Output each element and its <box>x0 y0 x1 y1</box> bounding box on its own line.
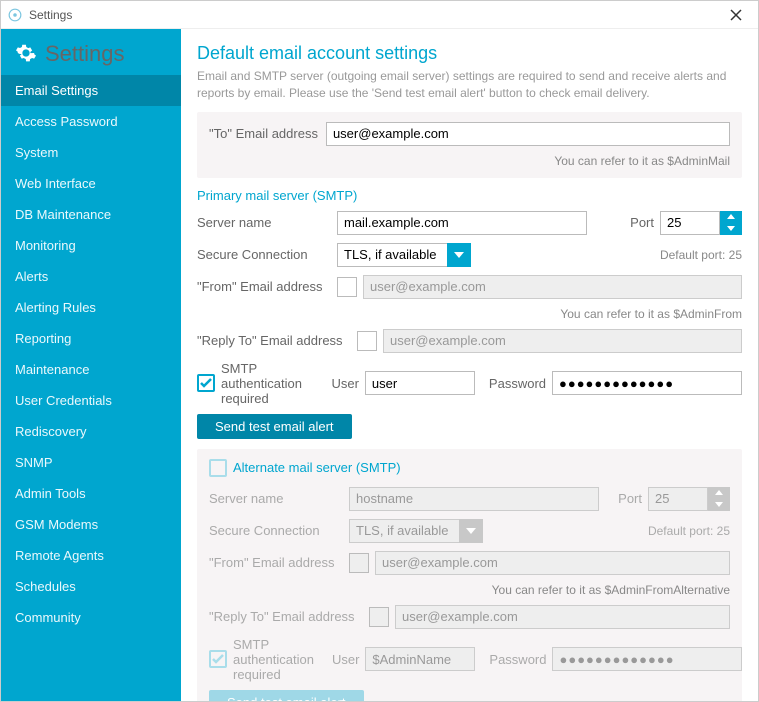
chevron-down-icon[interactable] <box>720 223 742 235</box>
to-email-panel: "To" Email address You can refer to it a… <box>197 112 742 178</box>
primary-secure-select[interactable] <box>337 243 471 267</box>
alternate-user-input <box>365 647 475 671</box>
alternate-user-label: User <box>332 652 359 667</box>
primary-default-port-hint: Default port: 25 <box>660 248 742 262</box>
sidebar-nav: Email Settings Access Password System We… <box>1 75 181 633</box>
page-title: Default email account settings <box>197 43 742 64</box>
alternate-port-spin-buttons <box>708 487 730 511</box>
alternate-server-input <box>349 487 599 511</box>
sidebar-title: Settings <box>45 41 125 67</box>
titlebar: Settings <box>1 1 758 29</box>
primary-secure-value[interactable] <box>337 243 447 267</box>
primary-from-checkbox[interactable] <box>337 277 357 297</box>
primary-port-spinner[interactable] <box>660 211 742 235</box>
sidebar-item-alerts[interactable]: Alerts <box>1 261 181 292</box>
sidebar-item-monitoring[interactable]: Monitoring <box>1 230 181 261</box>
alternate-reply-checkbox <box>369 607 389 627</box>
alternate-reply-label: "Reply To" Email address <box>209 609 369 624</box>
sidebar-item-schedules[interactable]: Schedules <box>1 571 181 602</box>
close-button[interactable] <box>720 1 752 29</box>
alternate-auth-checkbox <box>209 650 227 668</box>
chevron-down-icon <box>708 499 730 511</box>
alternate-default-port-hint: Default port: 25 <box>648 524 730 538</box>
primary-server-label: Server name <box>197 215 337 230</box>
chevron-up-icon[interactable] <box>720 211 742 223</box>
primary-reply-label: "Reply To" Email address <box>197 333 357 348</box>
to-email-label: "To" Email address <box>209 126 318 141</box>
primary-reply-input[interactable] <box>383 329 742 353</box>
alternate-pass-input <box>552 647 742 671</box>
alternate-secure-label: Secure Connection <box>209 523 349 538</box>
gear-icon <box>15 42 37 67</box>
sidebar-item-user-credentials[interactable]: User Credentials <box>1 385 181 416</box>
primary-pass-input[interactable] <box>552 371 742 395</box>
primary-from-label: "From" Email address <box>197 279 337 294</box>
sidebar-item-rediscovery[interactable]: Rediscovery <box>1 416 181 447</box>
primary-from-input[interactable] <box>363 275 742 299</box>
page-description: Email and SMTP server (outgoing email se… <box>197 68 742 102</box>
alternate-auth-label: SMTP authentication required <box>233 637 314 682</box>
settings-window: Settings Settings Email Settings Access … <box>0 0 759 702</box>
content-area: Default email account settings Email and… <box>181 29 758 701</box>
alternate-from-checkbox <box>349 553 369 573</box>
alternate-send-test-button: Send test email alert <box>209 690 364 701</box>
primary-port-label: Port <box>630 215 654 230</box>
primary-secure-label: Secure Connection <box>197 247 337 262</box>
chevron-down-icon <box>459 519 483 543</box>
primary-reply-checkbox[interactable] <box>357 331 377 351</box>
primary-from-hint: You can refer to it as $AdminFrom <box>197 307 742 321</box>
alternate-secure-value <box>349 519 459 543</box>
primary-section-title: Primary mail server (SMTP) <box>197 188 742 203</box>
alternate-from-hint: You can refer to it as $AdminFromAlterna… <box>209 583 730 597</box>
alternate-port-input <box>648 487 708 511</box>
alternate-smtp-section: Alternate mail server (SMTP) Server name… <box>197 449 742 701</box>
primary-port-spin-buttons[interactable] <box>720 211 742 235</box>
alternate-port-spinner <box>648 487 730 511</box>
primary-server-input[interactable] <box>337 211 587 235</box>
alternate-server-label: Server name <box>209 491 349 506</box>
alternate-from-input <box>375 551 730 575</box>
sidebar-item-maintenance[interactable]: Maintenance <box>1 354 181 385</box>
sidebar: Settings Email Settings Access Password … <box>1 29 181 701</box>
primary-port-input[interactable] <box>660 211 720 235</box>
alternate-section-title: Alternate mail server (SMTP) <box>233 460 401 475</box>
app-icon <box>7 7 23 23</box>
sidebar-item-web-interface[interactable]: Web Interface <box>1 168 181 199</box>
alternate-from-label: "From" Email address <box>209 555 349 570</box>
alternate-enable-checkbox[interactable] <box>209 459 227 477</box>
to-email-input[interactable] <box>326 122 730 146</box>
sidebar-item-alerting-rules[interactable]: Alerting Rules <box>1 292 181 323</box>
alternate-pass-label: Password <box>489 652 546 667</box>
alternate-reply-input <box>395 605 730 629</box>
primary-pass-label: Password <box>489 376 546 391</box>
chevron-up-icon <box>708 487 730 499</box>
sidebar-item-community[interactable]: Community <box>1 602 181 633</box>
primary-user-label: User <box>331 376 358 391</box>
primary-auth-label: SMTP authentication required <box>221 361 313 406</box>
sidebar-item-system[interactable]: System <box>1 137 181 168</box>
sidebar-item-admin-tools[interactable]: Admin Tools <box>1 478 181 509</box>
chevron-down-icon[interactable] <box>447 243 471 267</box>
sidebar-item-access-password[interactable]: Access Password <box>1 106 181 137</box>
sidebar-header: Settings <box>1 29 181 75</box>
alternate-port-label: Port <box>618 491 642 506</box>
primary-user-input[interactable] <box>365 371 475 395</box>
sidebar-item-db-maintenance[interactable]: DB Maintenance <box>1 199 181 230</box>
sidebar-item-email-settings[interactable]: Email Settings <box>1 75 181 106</box>
alternate-secure-select <box>349 519 483 543</box>
sidebar-item-snmp[interactable]: SNMP <box>1 447 181 478</box>
primary-auth-checkbox[interactable] <box>197 374 215 392</box>
sidebar-item-reporting[interactable]: Reporting <box>1 323 181 354</box>
sidebar-item-gsm-modems[interactable]: GSM Modems <box>1 509 181 540</box>
primary-send-test-button[interactable]: Send test email alert <box>197 414 352 439</box>
window-title: Settings <box>29 8 72 22</box>
to-email-hint: You can refer to it as $AdminMail <box>209 154 730 168</box>
primary-smtp-section: Primary mail server (SMTP) Server name P… <box>197 188 742 439</box>
sidebar-item-remote-agents[interactable]: Remote Agents <box>1 540 181 571</box>
